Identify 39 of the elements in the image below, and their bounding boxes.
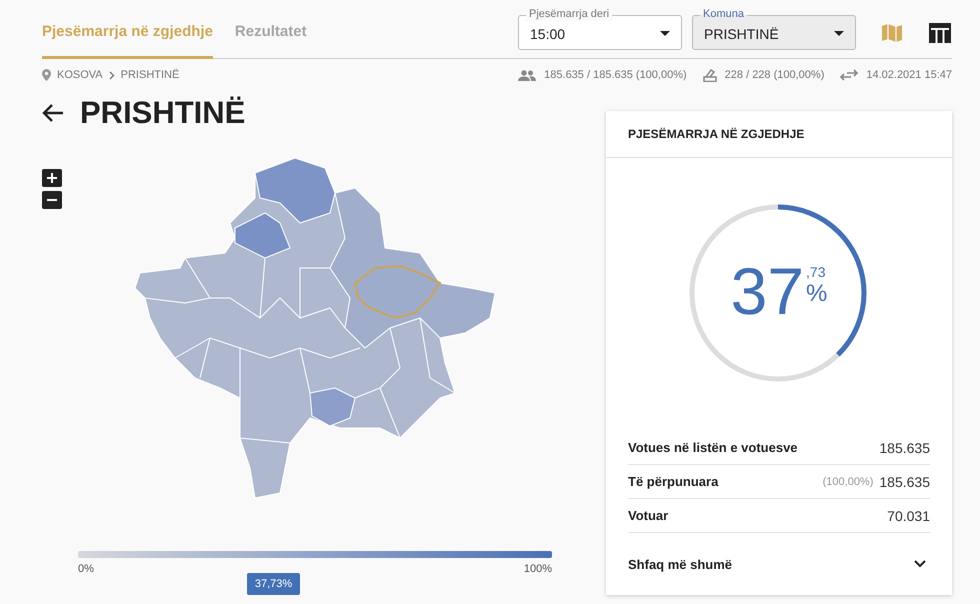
field-label: Pjesëmarrja deri xyxy=(526,8,612,21)
people-icon xyxy=(518,70,536,80)
page-title: PRISHTINË xyxy=(80,95,246,131)
plus-icon xyxy=(47,173,57,183)
caret-icon xyxy=(660,30,670,36)
row-label: Të përpunuara xyxy=(628,474,718,489)
breadcrumb-link[interactable]: PRISHTINË xyxy=(120,69,180,81)
row-value: 185.635 xyxy=(879,440,930,456)
percent-sign: % xyxy=(806,280,828,308)
field-value: 15:00 xyxy=(530,26,566,42)
table-view-button[interactable] xyxy=(928,22,952,44)
stat-text: 185.635 / 185.635 (100,00%) xyxy=(544,69,687,81)
row-label: Votuar xyxy=(628,508,668,523)
row-value: 185.635 xyxy=(879,474,930,490)
location-pin-icon xyxy=(42,69,51,81)
row-label: Votues në listën e votuesve xyxy=(628,440,798,455)
chevron-down-icon xyxy=(914,560,926,568)
card-title: PJESËMARRJA NË ZGJEDHJE xyxy=(606,111,952,158)
stat-text: 14.02.2021 15:47 xyxy=(866,69,952,81)
row-share: (100,00%) xyxy=(822,476,874,488)
field-value: PRISHTINË xyxy=(704,26,780,42)
transfer-arrows-icon xyxy=(840,69,858,81)
caret-icon xyxy=(834,30,844,36)
minus-icon xyxy=(47,199,57,201)
scale-min-label: 0% xyxy=(78,563,94,575)
stat-text: 228 / 228 (100,00%) xyxy=(724,69,824,81)
chevron-icon xyxy=(108,70,115,80)
value-marker: 37,73% xyxy=(246,573,300,595)
turnout-decimal: ,73 xyxy=(806,264,826,280)
tab[interactable]: Rezultatet xyxy=(234,23,307,59)
zoom-out-button[interactable] xyxy=(42,191,62,209)
breadcrumb-link[interactable]: KOSOVA xyxy=(57,69,103,81)
back-button[interactable] xyxy=(42,104,64,122)
row-value: 70.031 xyxy=(887,508,930,524)
zoom-in-button[interactable] xyxy=(42,169,62,187)
scale-max-label: 100% xyxy=(524,563,552,575)
turnout-integer: 37 xyxy=(730,256,804,326)
show-more-button[interactable]: Shfaq më shumë xyxy=(628,533,930,595)
ballot-box-icon xyxy=(702,68,717,82)
